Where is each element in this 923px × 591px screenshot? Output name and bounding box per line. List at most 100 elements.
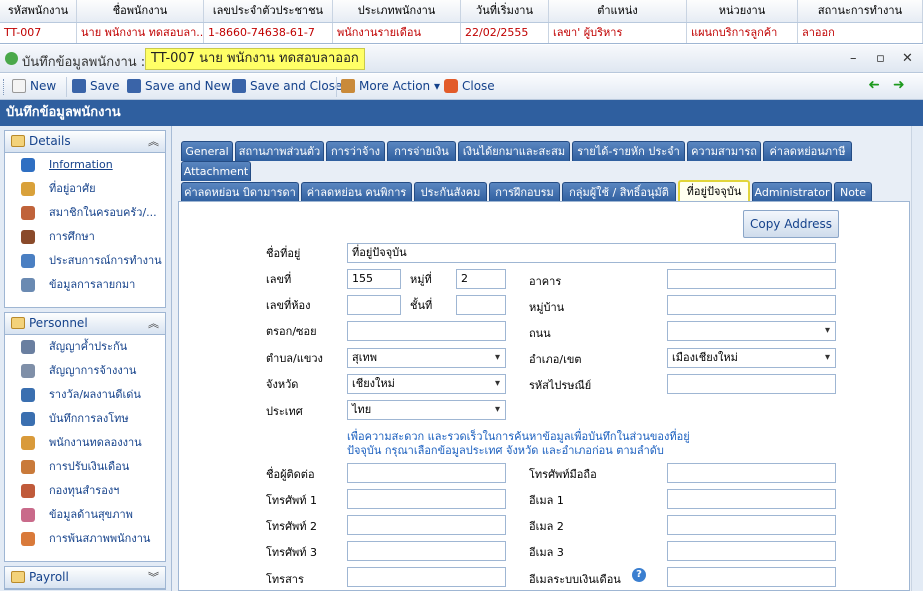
tab-employment[interactable]: การว่าจ้าง (326, 141, 385, 161)
contact-label: ชื่อผู้ติดต่อ (266, 468, 315, 481)
copy-address-button[interactable]: Copy Address (743, 210, 839, 238)
expand-icon[interactable]: ︾ (148, 567, 159, 588)
col-header-status[interactable]: สถานะการทำงาน (798, 0, 923, 22)
sidebar-item-guarantee[interactable]: สัญญาค้ำประกัน (5, 335, 165, 359)
divider (336, 77, 337, 97)
soi-field[interactable] (347, 321, 506, 341)
sidebar-item-experience[interactable]: ประสบการณ์การทำงาน (5, 249, 165, 273)
sidebar-item-label: การศึกษา (49, 230, 95, 243)
help-note: เพื่อความสะดวก และรวดเร็วในการค้นหาข้อมู… (347, 430, 690, 457)
save-new-label: Save and New (145, 79, 231, 93)
sidebar-item-label: Information (49, 158, 113, 171)
postcode-field[interactable] (667, 374, 836, 394)
save-button[interactable]: Save (72, 79, 119, 93)
tab-payment[interactable]: การจ่ายเงิน (387, 141, 456, 161)
tab-current-address[interactable]: ที่อยู่ปัจจุบัน (678, 180, 750, 203)
fax-field[interactable] (347, 567, 506, 587)
table-row[interactable]: TT-007 นาย พนักงาน ทดสอบลา... 1-8660-746… (0, 23, 923, 43)
sidebar-item-education[interactable]: การศึกษา (5, 225, 165, 249)
subdistrict-select[interactable]: สุเทพ (347, 348, 506, 368)
tab-recurring-income[interactable]: รายได้-รายหัก ประจำ (572, 141, 685, 161)
sidebar-item-label: สัญญาค้ำประกัน (49, 340, 128, 353)
email2-field[interactable] (667, 515, 836, 535)
sidebar-item-salary[interactable]: การปรับเงินเดือน (5, 455, 165, 479)
minimize-button[interactable]: – (850, 51, 857, 66)
contact-field[interactable] (347, 463, 506, 483)
tab-social-security[interactable]: ประกันสังคม (414, 182, 487, 202)
grid-header: รหัสพนักงาน ชื่อพนักงาน เลขประจำตัวประชา… (0, 0, 923, 23)
phone2-field[interactable] (347, 515, 506, 535)
more-action-button[interactable]: More Action ▾ (341, 79, 440, 93)
mobile-field[interactable] (667, 463, 836, 483)
phone1-field[interactable] (347, 489, 506, 509)
village-field[interactable] (667, 295, 836, 315)
sidebar-item-label: ข้อมูลด้านสุขภาพ (49, 508, 133, 521)
col-header-type[interactable]: ประเภทพนักงาน (333, 0, 461, 22)
payroll-email-field[interactable] (667, 567, 836, 587)
sidebar-item-family[interactable]: สมาชิกในครอบครัว/... (5, 201, 165, 225)
building-field[interactable] (667, 269, 836, 289)
forward-arrow-icon[interactable]: ➜ (893, 77, 905, 93)
sidebar-item-leave[interactable]: ข้อมูลการลายกมา (5, 273, 165, 297)
email3-label: อีเมล 3 (529, 546, 564, 559)
employee-grid: รหัสพนักงาน ชื่อพนักงาน เลขประจำตัวประชา… (0, 0, 923, 44)
tab-tax-deduction[interactable]: ค่าลดหย่อนภาษี (763, 141, 852, 161)
tab-attachment[interactable]: Attachment (181, 161, 251, 181)
save-close-button[interactable]: Save and Close (232, 79, 342, 93)
details-header[interactable]: Details ︽ (5, 131, 165, 153)
tab-note[interactable]: Note (834, 182, 872, 202)
col-header-id[interactable]: เลขประจำตัวประชาชน (204, 0, 333, 22)
divider (66, 77, 67, 97)
country-select[interactable]: ไทย (347, 400, 506, 420)
sidebar-item-award[interactable]: รางวัล/ผลงานดีเด่น (5, 383, 165, 407)
tab-disabled-deduction[interactable]: ค่าลดหย่อน คนพิการ (301, 182, 412, 202)
district-select[interactable]: เมืองเชียงใหม่ (667, 348, 836, 368)
sidebar-item-information[interactable]: Information (5, 153, 165, 177)
scrollbar[interactable] (911, 126, 923, 591)
sidebar-item-probation[interactable]: พนักงานทดลองงาน (5, 431, 165, 455)
email1-field[interactable] (667, 489, 836, 509)
sidebar-item-residence[interactable]: ที่อยู่อาศัย (5, 177, 165, 201)
payroll-header[interactable]: Payroll ︾ (5, 567, 165, 589)
tab-general[interactable]: General (181, 141, 233, 161)
save-new-button[interactable]: Save and New (127, 79, 231, 93)
col-header-name[interactable]: ชื่อพนักงาน (77, 0, 204, 22)
maximize-button[interactable]: ▫ (876, 51, 885, 66)
phone3-field[interactable] (347, 541, 506, 561)
col-header-code[interactable]: รหัสพนักงาน (0, 0, 77, 22)
collapse-icon[interactable]: ︽ (148, 131, 159, 152)
personnel-panel: Personnel ︽ สัญญาค้ำประกัน สัญญาการจ้างงา… (4, 312, 166, 562)
floor-field[interactable] (456, 295, 506, 315)
sidebar-item-termination[interactable]: การพ้นสภาพพนักงาน (5, 527, 165, 551)
collapse-icon[interactable]: ︽ (148, 313, 159, 334)
col-header-position[interactable]: ตำแหน่ง (549, 0, 687, 22)
house-no-field[interactable]: 155 (347, 269, 401, 289)
tab-skills[interactable]: ความสามารถ (687, 141, 761, 161)
new-button[interactable]: New (12, 79, 56, 93)
road-select[interactable] (667, 321, 836, 341)
sidebar-item-label: บันทึกการลงโทษ (49, 412, 129, 425)
tab-personal-status[interactable]: สถานภาพส่วนตัว (235, 141, 324, 161)
moo-field[interactable]: 2 (456, 269, 506, 289)
sidebar-item-label: การพ้นสภาพพนักงาน (49, 532, 151, 545)
address-name-field[interactable]: ที่อยู่ปัจจุบัน (347, 243, 836, 263)
sidebar-item-health[interactable]: ข้อมูลด้านสุขภาพ (5, 503, 165, 527)
personnel-header[interactable]: Personnel ︽ (5, 313, 165, 335)
tab-training[interactable]: การฝึกอบรม (489, 182, 560, 202)
email3-field[interactable] (667, 541, 836, 561)
tab-income-carry[interactable]: เงินได้ยกมาและสะสม (458, 141, 570, 161)
col-header-start[interactable]: วันที่เริ่มงาน (461, 0, 549, 22)
close-button[interactable]: Close (444, 79, 495, 93)
sidebar-item-contract[interactable]: สัญญาการจ้างงาน (5, 359, 165, 383)
tab-parent-deduction[interactable]: ค่าลดหย่อน บิดามารดา (181, 182, 299, 202)
close-window-button[interactable]: ✕ (902, 51, 913, 66)
tab-administrator[interactable]: Administrator (752, 182, 832, 202)
col-header-unit[interactable]: หน่วยงาน (687, 0, 798, 22)
sidebar-item-penalty[interactable]: บันทึกการลงโทษ (5, 407, 165, 431)
province-select[interactable]: เชียงใหม่ (347, 374, 506, 394)
room-field[interactable] (347, 295, 401, 315)
back-arrow-icon[interactable]: ➜ (868, 77, 880, 93)
help-icon[interactable]: ? (632, 568, 646, 582)
sidebar-item-fund[interactable]: กองทุนสำรองฯ (5, 479, 165, 503)
tab-user-group[interactable]: กลุ่มผู้ใช้ / สิทธิ์อนุมัติ (562, 182, 676, 202)
